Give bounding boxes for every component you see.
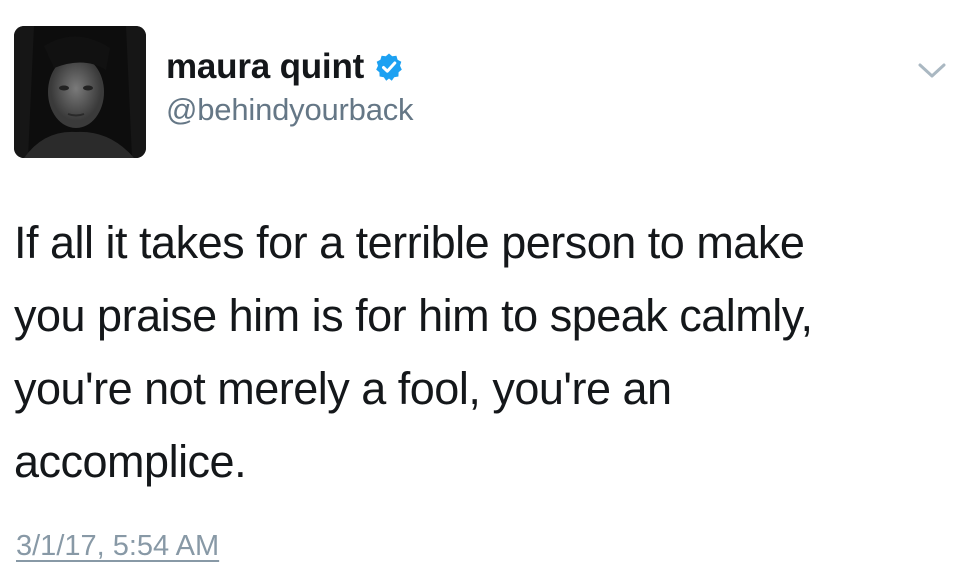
chevron-down-icon[interactable] (916, 60, 948, 82)
tweet-text-line: accomplice. (14, 436, 247, 487)
tweet-text-line: you praise him is for him to speak calml… (14, 290, 813, 341)
tweet-text: If all it takes for a terrible person to… (14, 206, 944, 498)
tweet-card: maura quint @behindyourback If all it ta… (0, 0, 960, 570)
avatar[interactable] (14, 26, 146, 158)
display-name[interactable]: maura quint (166, 47, 364, 87)
tweet-timestamp-link[interactable]: 3/1/17, 5:54 AM (16, 530, 219, 563)
tweet-text-line: If all it takes for a terrible person to… (14, 217, 805, 268)
author-info: maura quint @behindyourback (166, 46, 414, 128)
user-avatar-photo (14, 26, 146, 158)
name-row: maura quint (166, 46, 413, 88)
tweet-text-line: you're not merely a fool, you're an (14, 363, 672, 414)
user-handle[interactable]: @behindyourback (166, 92, 414, 128)
verified-badge-icon (374, 52, 404, 82)
